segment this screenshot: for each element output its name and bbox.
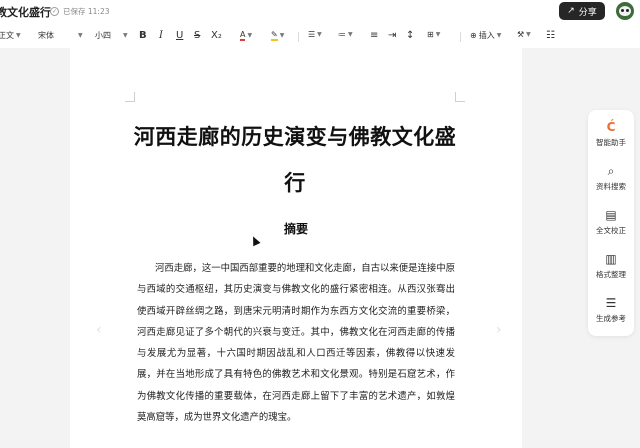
font-size-select[interactable]: 小四 ▼ [95, 30, 128, 41]
chevron-down-icon: ▼ [435, 31, 441, 38]
page-corner-mark [455, 92, 465, 102]
sidepanel-item-label: 格式整理 [596, 269, 626, 279]
numbered-list-button[interactable]: ≔ ▼ [338, 30, 353, 39]
sidepanel-item-label: 生成参考 [596, 313, 626, 323]
font-family-value: 宋体 [38, 31, 54, 40]
paragraph-style-value: 正文 [0, 31, 14, 40]
highlighter-icon: ✎ [271, 30, 278, 41]
plus-circle-icon: ⊕ [470, 31, 477, 40]
format-toolbar: 正文 ▼ 宋体 ▼ 小四 ▼ B I U S X₂ A ▼ ✎ ▼ ☰ ▼ ≔ … [0, 26, 640, 48]
underline-button[interactable]: U [176, 30, 183, 41]
document-title[interactable]: 教文化盛行 [0, 4, 51, 20]
insert-label: 插入 [478, 31, 495, 40]
tools-button[interactable]: ⚒ ▼ [517, 30, 531, 39]
assistant-icon: Ć [606, 119, 616, 134]
chevron-right-icon: › [496, 322, 502, 338]
share-label: 分享 [578, 7, 597, 18]
save-status: ✓ 已保存 11:23 [50, 6, 110, 17]
check-circle-icon: ✓ [50, 7, 59, 16]
table-icon: ⊞ [427, 30, 434, 39]
wrench-icon: ⚒ [517, 30, 525, 39]
search-icon: ⌕ [607, 163, 615, 178]
sidepanel-item-search[interactable]: ⌕ 资料搜索 [588, 158, 634, 198]
font-color-icon: A [240, 30, 246, 41]
abstract-paragraph[interactable]: 河西走廊，这一中国西部重要的地理和文化走廊，自古以来便是连接中原与西域的交通枢纽… [137, 258, 455, 428]
sidepanel-item-format[interactable]: ▥ 格式整理 [588, 246, 634, 286]
sidepanel-item-reference[interactable]: ☰ 生成参考 [588, 290, 634, 330]
paragraph-style-select[interactable]: 正文 ▼ [0, 30, 21, 41]
chevron-down-icon: ▼ [78, 32, 83, 39]
save-status-text: 已保存 11:23 [63, 7, 110, 16]
align-left-icon[interactable]: ≡ [370, 30, 378, 41]
panda-avatar-icon [619, 6, 631, 16]
sidepanel-item-label: 资料搜索 [596, 181, 626, 191]
bold-button[interactable]: B [139, 30, 147, 41]
bullet-list-icon: ☰ [308, 30, 316, 39]
user-avatar[interactable] [616, 2, 634, 20]
insert-button[interactable]: ⊕ 插入 ▼ [470, 30, 501, 41]
sidepanel-item-label: 全文校正 [596, 225, 626, 235]
sidepanel-item-proofread[interactable]: ▤ 全文校正 [588, 202, 634, 242]
chevron-down-icon: ▼ [348, 31, 353, 38]
table-button[interactable]: ⊞ ▼ [427, 30, 440, 39]
font-color-button[interactable]: A ▼ [240, 30, 252, 41]
bullet-list-button[interactable]: ☰ ▼ [308, 30, 322, 39]
top-bar: 教文化盛行 ✓ 已保存 11:23 ↗ 分享 [0, 0, 640, 26]
chevron-down-icon: ▼ [317, 31, 322, 38]
format-icon: ▥ [605, 251, 617, 266]
strikethrough-button[interactable]: S [194, 30, 200, 41]
share-button[interactable]: ↗ 分享 [559, 2, 605, 20]
share-icon: ↗ [567, 6, 575, 16]
line-spacing-icon[interactable]: ↕ [406, 30, 414, 41]
clear-format-icon[interactable]: ☷ [546, 30, 555, 41]
toolbar-divider [460, 32, 461, 42]
sidepanel-item-assistant[interactable]: Ć 智能助手 [588, 114, 634, 154]
toolbar-divider [298, 32, 299, 42]
chevron-down-icon: ▼ [279, 32, 285, 39]
numbered-list-icon: ≔ [338, 30, 346, 39]
font-family-select[interactable]: 宋体 ▼ [38, 30, 83, 41]
page-corner-mark [125, 92, 135, 102]
sidepanel-item-label: 智能助手 [596, 137, 626, 147]
chevron-down-icon: ▼ [496, 32, 502, 39]
chevron-left-icon: ‹ [96, 322, 102, 338]
highlight-button[interactable]: ✎ ▼ [271, 30, 284, 41]
chevron-down-icon: ▼ [526, 31, 531, 38]
font-size-value: 小四 [95, 31, 111, 40]
reference-icon: ☰ [605, 295, 617, 310]
document-heading[interactable]: 河西走廊的历史演变与佛教文化盛行 [130, 114, 460, 206]
document-page[interactable]: 河西走廊的历史演变与佛教文化盛行 摘要 河西走廊，这一中国西部重要的地理和文化走… [70, 48, 522, 448]
assistant-side-panel: Ć 智能助手 ⌕ 资料搜索 ▤ 全文校正 ▥ 格式整理 ☰ 生成参考 [588, 110, 634, 336]
chevron-down-icon: ▼ [123, 32, 128, 39]
chevron-down-icon: ▼ [247, 32, 253, 39]
indent-icon[interactable]: ⇥ [388, 30, 396, 41]
proofread-icon: ▤ [605, 207, 617, 222]
italic-button[interactable]: I [159, 30, 163, 41]
abstract-heading[interactable]: 摘要 [70, 220, 522, 237]
subscript-button[interactable]: X₂ [211, 30, 222, 41]
chevron-down-icon: ▼ [16, 32, 21, 39]
